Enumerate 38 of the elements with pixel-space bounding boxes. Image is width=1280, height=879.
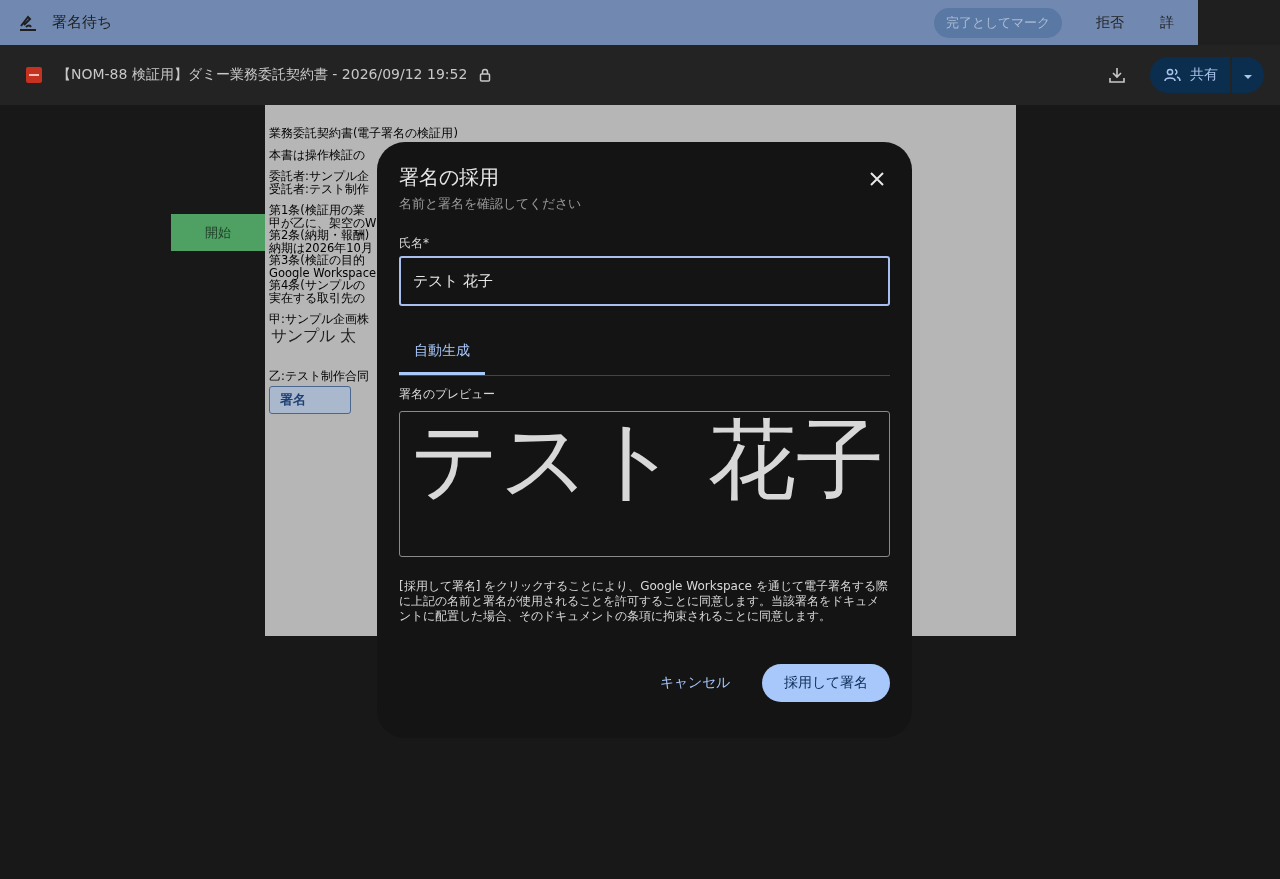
caret-icon (1243, 73, 1253, 80)
document-text-line: 業務委託契約書(電子署名の検証用) (269, 127, 458, 140)
document-text-line: 第4条(サンプルの (269, 279, 365, 292)
consent-text: [採用して署名] をクリックすることにより、Google Workspace を通じて電子署名する際に上記の名前と署名が使用されることを許可することに同意します。当該署名をドキュメントに配置した場合、そのドキュメントの条項に拘束されることに同意します。 (399, 579, 889, 624)
share-button[interactable]: 共有 (1150, 57, 1230, 93)
start-button[interactable]: 開始 (171, 214, 265, 251)
preview-signature-text: テスト 花子 (409, 412, 885, 508)
download-icon[interactable] (1108, 66, 1126, 84)
toolbar-button[interactable]: 詳 (1160, 13, 1174, 32)
document-text-line: 実在する取引先の (269, 291, 366, 304)
document-text-line: 乙:テスト制作合同 (269, 369, 369, 382)
pdf-icon (25, 66, 43, 84)
people-icon (1164, 68, 1182, 82)
document-text-line: 委託者:サンプル企 (269, 170, 369, 183)
page-title: 署名待ち (52, 13, 112, 32)
document-text-line: 第2条(納期・報酬) (269, 229, 371, 242)
dialog-title: 署名の採用 (399, 164, 499, 191)
toolbar-button[interactable]: 拒否 (1096, 13, 1124, 32)
tab[interactable]: 自動生成 (399, 332, 485, 375)
document-text-line: 納期は2026年10月 (269, 241, 374, 254)
document-text-line: 受託者:テスト制作 (269, 182, 369, 195)
dialog-subtitle: 名前と署名を確認してください (399, 195, 581, 213)
document-text-line: 甲が乙に、架空のW (269, 216, 377, 229)
document-text-line: Google Workspace (269, 266, 377, 279)
document-text-line: 甲:サンプル企画株 (269, 313, 369, 326)
field-label: 氏名* (399, 235, 429, 252)
signature-field[interactable]: 署名 (269, 386, 351, 414)
name-field[interactable]: テスト 花子 (399, 256, 890, 306)
close-icon[interactable] (870, 172, 884, 186)
file-title: 【NOM-88 検証用】ダミー業務委託契約書 - 2026/09/12 19:52 (57, 66, 468, 84)
document-text-line: 本書は操作検証の (269, 148, 365, 161)
document-text-line: 第1条(検証用の業 (269, 204, 366, 217)
signature-text: サンプル 太 (271, 325, 357, 347)
cancel-button[interactable]: キャンセル (654, 673, 736, 693)
signature-icon (18, 13, 38, 32)
preview-label: 署名のプレビュー (399, 386, 495, 403)
document-text-line: 第3条(検証の目的 (269, 254, 365, 267)
adopt-button[interactable]: 採用して署名 (762, 664, 890, 702)
